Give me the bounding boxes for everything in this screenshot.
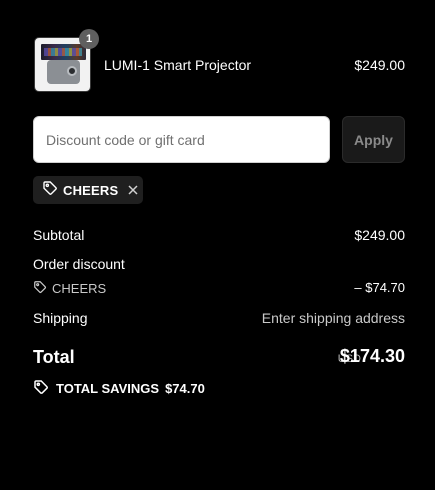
order-discount-code: CHEERS [33, 280, 106, 297]
total-savings-amount: $74.70 [165, 381, 205, 396]
tag-icon [42, 180, 58, 201]
projector-lens-graphic [67, 66, 77, 76]
subtotal-value: $249.00 [354, 227, 405, 243]
shipping-label: Shipping [33, 310, 88, 326]
projection-screen-graphic [41, 44, 86, 60]
total-savings: TOTAL SAVINGS $74.70 [33, 379, 205, 398]
total-label: Total [33, 347, 75, 367]
shipping-value: Enter shipping address [261, 310, 405, 326]
product-price: $249.00 [354, 57, 405, 73]
applied-discount-chip: CHEERS [33, 176, 143, 204]
subtotal-label: Subtotal [33, 227, 85, 243]
discount-code-input[interactable] [33, 116, 330, 163]
total-savings-label: TOTAL SAVINGS [56, 381, 160, 396]
product-name: LUMI-1 Smart Projector [104, 57, 252, 73]
total-amount: $174.30 [339, 346, 405, 366]
quantity-badge: 1 [79, 29, 99, 49]
close-icon[interactable] [127, 183, 141, 197]
apply-button[interactable]: Apply [342, 116, 405, 163]
order-discount-code-label: CHEERS [52, 281, 107, 296]
tag-icon [33, 280, 47, 297]
applied-code-label: CHEERS [63, 182, 119, 198]
projector-graphic [47, 60, 80, 84]
order-discount-value: – $74.70 [354, 280, 405, 295]
tag-icon [33, 379, 49, 398]
order-discount-label: Order discount [33, 256, 125, 272]
